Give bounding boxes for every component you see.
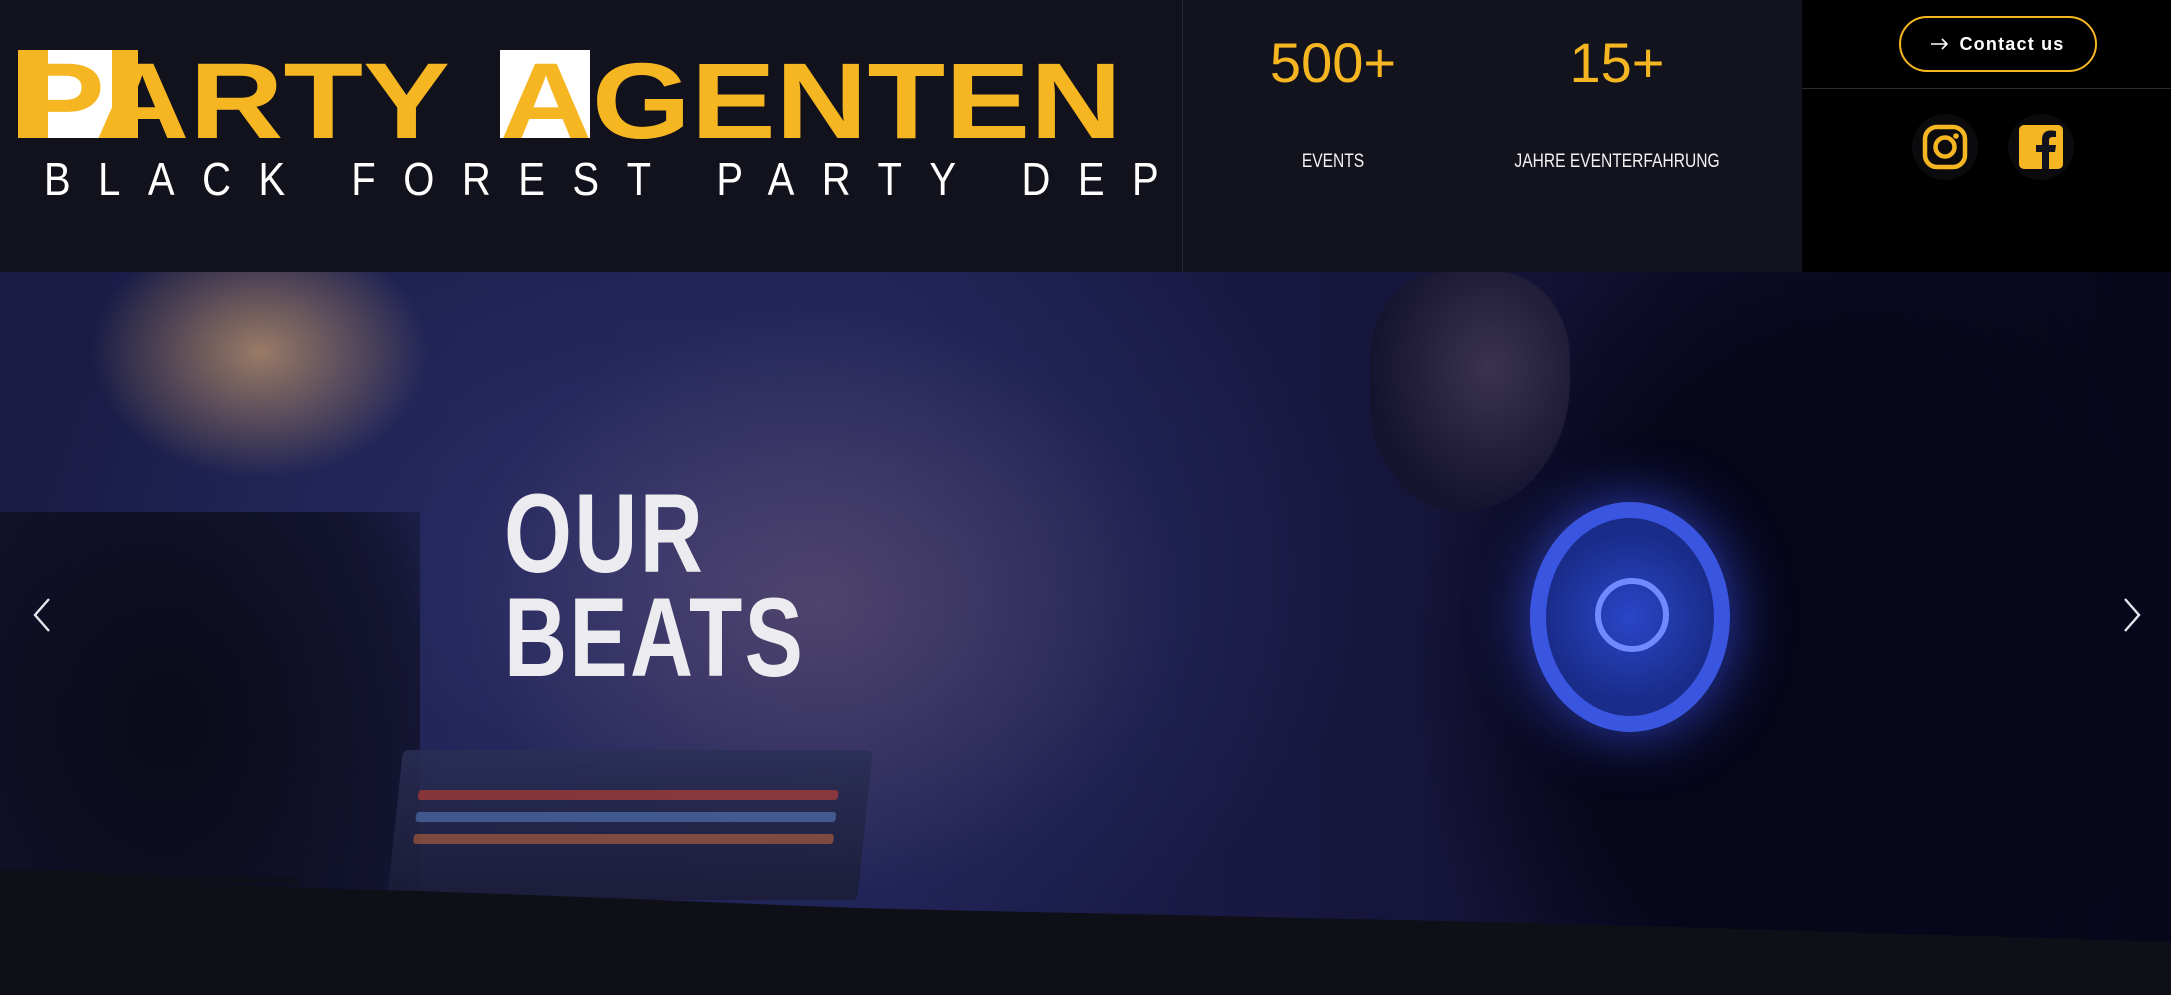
logo-name-part1: PARTY [18, 48, 450, 161]
contact-us-label: Contact us [1959, 33, 2065, 54]
contact-us-button[interactable]: Contact us [1899, 16, 2097, 72]
stat-number: 500+ [1269, 31, 1397, 94]
chevron-left-icon [33, 598, 50, 632]
hero-brush-edge [0, 868, 2171, 995]
slider-prev-button[interactable] [22, 595, 62, 635]
hero-title: OUR BEATS [504, 471, 806, 700]
arrow-right-icon [1931, 34, 1949, 55]
hero-slider: OUR BEATS [0, 272, 2171, 995]
logo-subtitle: BLACK FOREST PARTY DEPARTMENT [44, 154, 1569, 206]
facebook-link[interactable] [2008, 114, 2074, 180]
header-actions: Contact us [1802, 0, 2171, 272]
facebook-icon [2019, 125, 2063, 169]
logo-area: PARTY AGENTEN BLACK FOREST PARTY DEPARTM… [0, 0, 1569, 272]
stat-number: 15+ [1569, 31, 1665, 94]
stat-label: JAHRE EVENTERFAHRUNG [1514, 151, 1720, 172]
hero-title-line1: OUR [504, 471, 706, 596]
stats-panel: 500+ EVENTS 15+ JAHRE EVENTERFAHRUNG [1182, 0, 1802, 272]
header-divider [1802, 88, 2171, 89]
hero-title-line2: BEATS [504, 575, 806, 700]
instagram-link[interactable] [1912, 114, 1978, 180]
chevron-right-icon [2124, 598, 2141, 632]
slider-next-button[interactable] [2112, 595, 2152, 635]
logo-name-part2: AGENTEN [500, 48, 1122, 161]
site-header: PARTY AGENTEN BLACK FOREST PARTY DEPARTM… [0, 0, 2171, 272]
stat-label: EVENTS [1301, 151, 1365, 172]
instagram-icon [1922, 124, 1968, 170]
